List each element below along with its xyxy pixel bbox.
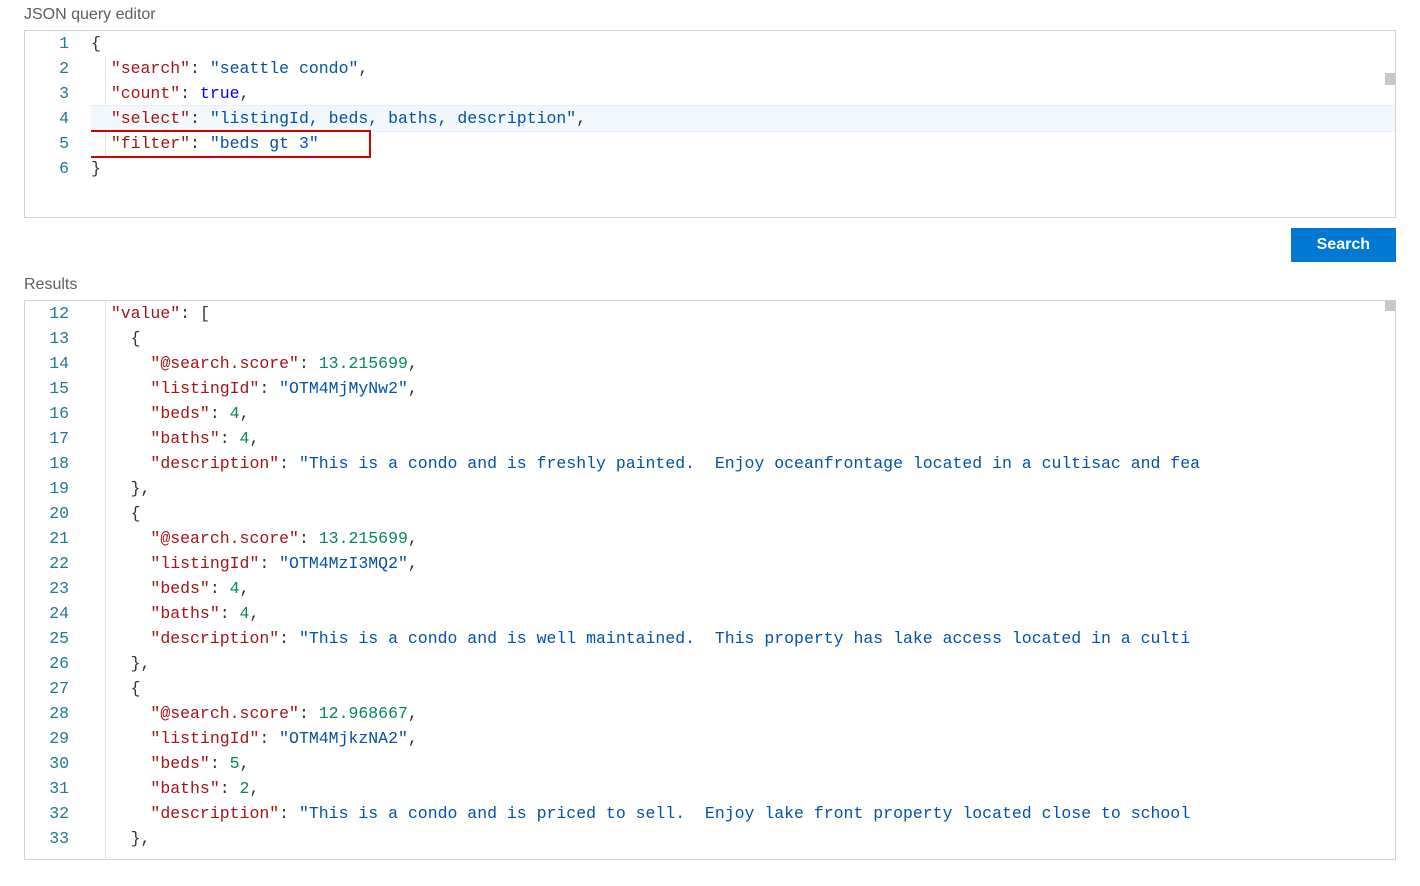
code-line[interactable]: "@search.score": 13.215699,	[91, 351, 1395, 376]
query-scrollbar[interactable]	[1385, 73, 1395, 85]
code-line[interactable]: "beds": 5,	[91, 751, 1395, 776]
code-line[interactable]: },	[91, 651, 1395, 676]
query-toolbar: Search	[0, 218, 1420, 262]
results-gutter: 12 13 14 15 16 17 18 19 20 21 22 23 24 2…	[25, 301, 91, 859]
code-line[interactable]: "value": [	[91, 301, 1395, 326]
code-line[interactable]: "baths": 4,	[91, 601, 1395, 626]
query-gutter: 1 2 3 4 5 6	[25, 31, 91, 217]
results-code[interactable]: "value": [ { "@search.score": 13.215699,…	[91, 301, 1395, 859]
code-line[interactable]: {	[91, 31, 1395, 56]
code-line[interactable]: {	[91, 676, 1395, 701]
code-line[interactable]: "search": "seattle condo",	[91, 56, 1395, 81]
code-line[interactable]: "description": "This is a condo and is w…	[91, 626, 1395, 651]
code-line[interactable]: "description": "This is a condo and is p…	[91, 801, 1395, 826]
code-line[interactable]: "@search.score": 13.215699,	[91, 526, 1395, 551]
code-line[interactable]: "beds": 4,	[91, 401, 1395, 426]
query-code[interactable]: { "search": "seattle condo", "count": tr…	[91, 31, 1395, 217]
results-label: Results	[0, 270, 1420, 300]
search-button[interactable]: Search	[1291, 228, 1396, 262]
code-line[interactable]: "listingId": "OTM4MzI3MQ2",	[91, 551, 1395, 576]
code-line[interactable]: {	[91, 326, 1395, 351]
code-line[interactable]: "@search.score": 12.968667,	[91, 701, 1395, 726]
results-minimap[interactable]	[1273, 303, 1383, 857]
results-scrollbar[interactable]	[1385, 301, 1395, 311]
code-line[interactable]: "baths": 2,	[91, 776, 1395, 801]
code-line[interactable]: }	[91, 156, 1395, 181]
code-line[interactable]: "description": "This is a condo and is f…	[91, 451, 1395, 476]
code-line-current[interactable]: "select": "listingId, beds, baths, descr…	[91, 106, 1395, 131]
code-line[interactable]: },	[91, 826, 1395, 851]
results-editor[interactable]: 12 13 14 15 16 17 18 19 20 21 22 23 24 2…	[24, 300, 1396, 860]
code-line[interactable]: },	[91, 476, 1395, 501]
query-editor[interactable]: 1 2 3 4 5 6 { "search": "seattle condo",…	[24, 30, 1396, 218]
code-line[interactable]: "beds": 4,	[91, 576, 1395, 601]
code-line[interactable]: "baths": 4,	[91, 426, 1395, 451]
query-editor-label: JSON query editor	[0, 0, 1420, 30]
code-line[interactable]: {	[91, 501, 1395, 526]
code-line[interactable]: "listingId": "OTM4MjMyNw2",	[91, 376, 1395, 401]
code-line[interactable]: "count": true,	[91, 81, 1395, 106]
code-line[interactable]: "listingId": "OTM4MjkzNA2",	[91, 726, 1395, 751]
code-line[interactable]: "filter": "beds gt 3"	[91, 131, 1395, 156]
